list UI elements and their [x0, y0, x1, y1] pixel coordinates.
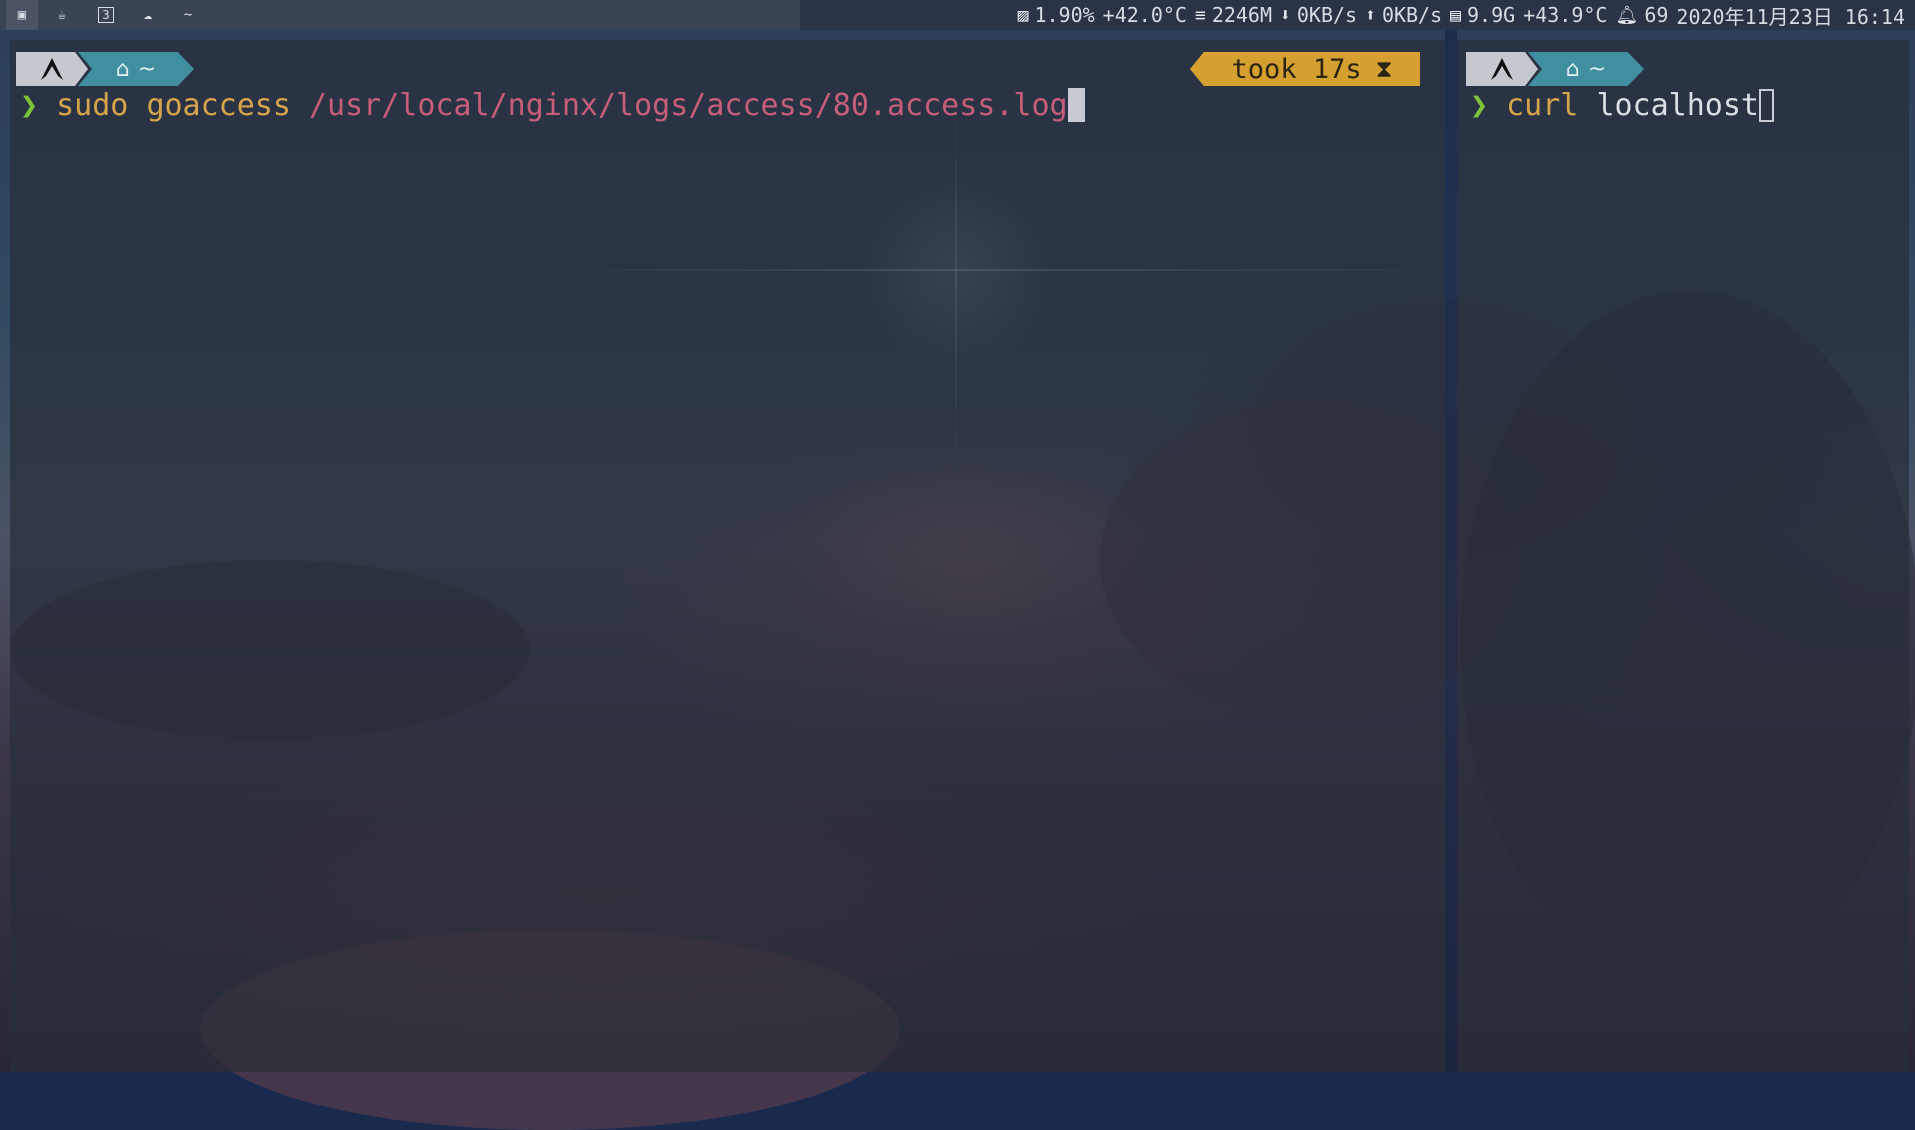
prompt-chevron: ❯ [1470, 87, 1489, 123]
notifications[interactable]: 🔔︎ 69 [1615, 3, 1668, 27]
took-segment: took 17s ⧗ [1190, 52, 1420, 86]
cpu-usage: 1.90% [1034, 3, 1095, 27]
pane-divider[interactable] [1445, 30, 1457, 1072]
prompt-chevron: ❯ [20, 87, 39, 123]
cpu-temp: +42.0°C [1102, 3, 1187, 27]
status-bar: ▣ ☕ 3 ☁ ~ ▨ 1.90% +42.0°C ≡ 2246M ⬇ 0KB/s ⬆… [0, 0, 1915, 30]
workspace-coffee-icon[interactable]: ☕ [46, 0, 78, 30]
home-icon: ⌂ [1565, 56, 1580, 82]
gpu-temp: +43.9°C [1523, 3, 1608, 27]
terminal-pane-left[interactable] [10, 40, 1445, 1072]
database-icon: ≡ [1194, 4, 1206, 26]
workspace-terminal-icon[interactable]: ▣ [6, 0, 38, 30]
took-label: took 17s [1231, 53, 1362, 85]
system-info: ▨ 1.90% +42.0°C ≡ 2246M ⬇ 0KB/s ⬆ 0KB/s ▤ 9.9… [1018, 0, 1905, 30]
home-icon: ⌂ [115, 56, 130, 82]
clock[interactable]: 2020年11月23日 16:14 [1676, 1, 1905, 30]
hourglass-icon: ⧗ [1375, 55, 1393, 83]
prompt-dir-segment: ⌂ ~ [78, 52, 194, 86]
text-cursor [1067, 88, 1085, 122]
notification-count: 69 [1644, 3, 1669, 27]
command-sudo: sudo [56, 87, 129, 123]
prompt-dir-segment-right: ⌂ ~ [1528, 52, 1644, 86]
command-argument: /usr/local/nginx/logs/access/80.access.l… [309, 87, 1068, 123]
arrow-up-icon: ⬆ [1365, 4, 1376, 26]
workspace-tilde-icon[interactable]: ~ [172, 0, 204, 30]
arch-logo-icon [1466, 52, 1538, 86]
command-argument: localhost [1596, 87, 1759, 123]
chart-icon: ▨ [1017, 4, 1029, 26]
arch-logo-icon [16, 52, 88, 86]
command-curl: curl [1506, 87, 1579, 123]
command-goaccess: goaccess [146, 87, 291, 123]
net-down: 0KB/s [1296, 3, 1358, 27]
disk-icon: ▤ [1450, 4, 1461, 26]
workspace-cloud-icon[interactable]: ☁ [132, 0, 164, 30]
command-line-left[interactable]: ❯ sudo goaccess /usr/local/nginx/logs/ac… [20, 85, 1085, 125]
disk-usage: 9.9G [1467, 3, 1516, 27]
arrow-down-icon: ⬇ [1280, 4, 1291, 26]
prompt-dir: ~ [137, 56, 157, 82]
net-up: 0KB/s [1381, 3, 1443, 27]
terminal-pane-right[interactable] [1457, 40, 1909, 1072]
command-line-right[interactable]: ❯ curl localhost [1470, 85, 1774, 125]
text-cursor [1759, 88, 1774, 122]
prompt-dir: ~ [1587, 56, 1607, 82]
memory-usage: 2246M [1211, 3, 1273, 27]
bell-icon: 🔔︎ [1615, 4, 1639, 26]
workspace-number-3-icon[interactable]: 3 [90, 0, 122, 30]
